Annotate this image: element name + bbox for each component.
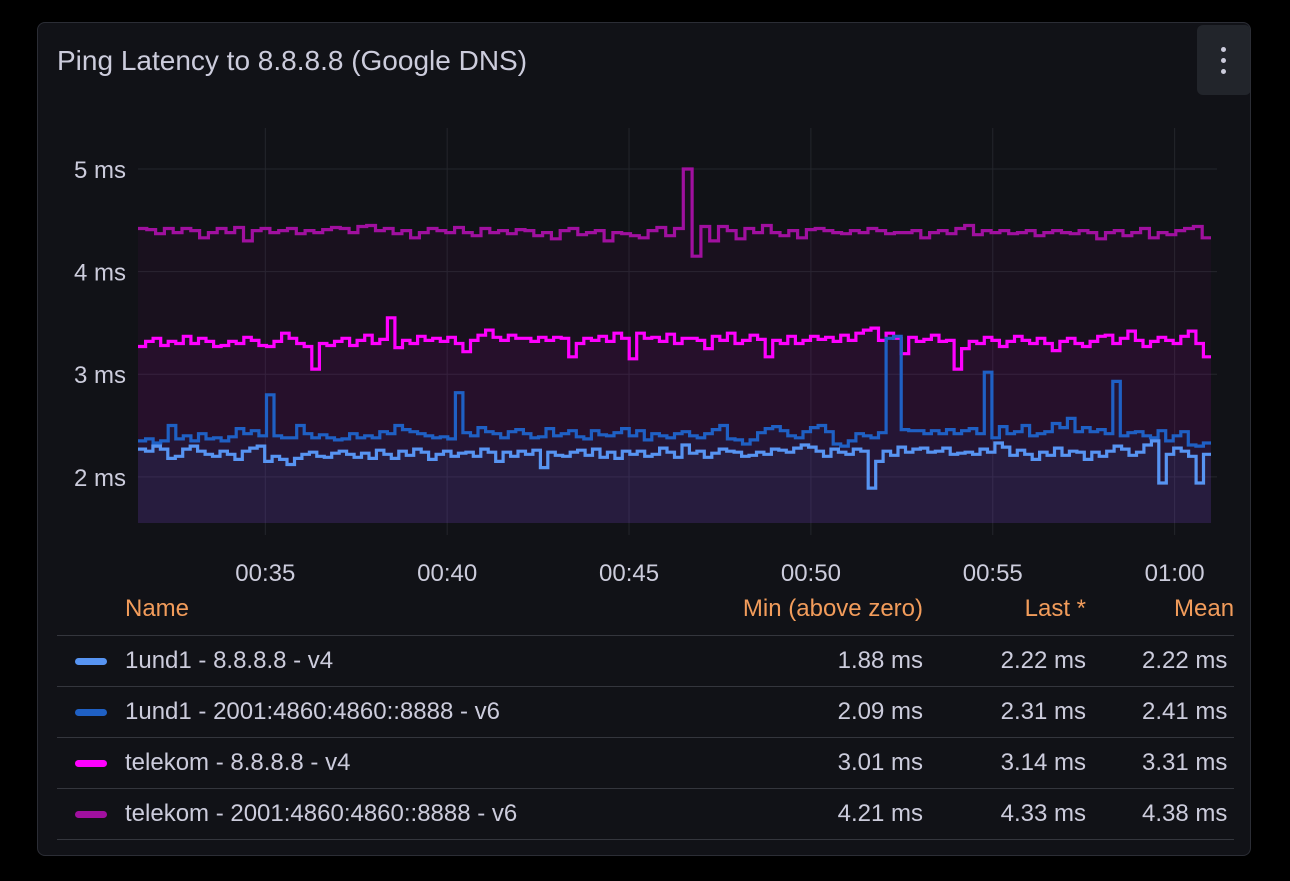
x-tick-label: 00:50 <box>781 560 841 583</box>
series-last: 2.22 ms <box>1000 647 1086 674</box>
series-last: 4.33 ms <box>1000 800 1086 827</box>
legend-table: Name Min (above zero) Last * Mean 1und1 … <box>57 585 1234 855</box>
x-tick-label: 00:35 <box>235 560 295 583</box>
y-tick-label: 3 ms <box>74 362 126 389</box>
series-min: 3.01 ms <box>837 749 923 776</box>
series-mean: 2.22 ms <box>1142 647 1228 674</box>
series-mean: 2.41 ms <box>1142 698 1228 725</box>
series-min: 1.88 ms <box>837 647 923 674</box>
legend-header-last[interactable]: Last * <box>957 595 1086 623</box>
legend-row[interactable]: telekom - 8.8.8.8 - v4 3.01 ms 3.14 ms 3… <box>57 737 1234 788</box>
series-mean: 4.38 ms <box>1142 800 1228 827</box>
x-tick-label: 00:45 <box>599 560 659 583</box>
series-last: 2.31 ms <box>1000 698 1086 725</box>
legend-header-name[interactable]: Name <box>125 595 189 623</box>
legend-header-mean[interactable]: Mean <box>1174 595 1234 623</box>
latency-time-series-chart: 2 ms 3 ms 4 ms 5 ms 00:35 00:40 00:45 00:50 00:5… <box>74 128 1217 583</box>
series-color-swatch <box>75 760 107 767</box>
legend-header-min[interactable]: Min (above zero) <box>657 595 923 623</box>
y-tick-label: 4 ms <box>74 260 126 287</box>
series-min: 4.21 ms <box>837 800 923 827</box>
legend-header-row: Name Min (above zero) Last * Mean <box>57 585 1234 635</box>
series-min: 2.09 ms <box>837 698 923 725</box>
series-color-swatch <box>75 658 107 665</box>
series-mean: 3.31 ms <box>1142 749 1228 776</box>
x-tick-label: 00:55 <box>963 560 1023 583</box>
series-name[interactable]: 1und1 - 8.8.8.8 - v4 <box>125 647 333 675</box>
series-name[interactable]: telekom - 2001:4860:4860::8888 - v6 <box>125 800 517 828</box>
series-name[interactable]: telekom - 8.8.8.8 - v4 <box>125 749 350 777</box>
legend-row[interactable]: 1und1 - 2001:4860:4860::8888 - v6 2.09 m… <box>57 686 1234 737</box>
series-last: 3.14 ms <box>1000 749 1086 776</box>
series-color-swatch <box>75 709 107 716</box>
x-tick-label: 01:00 <box>1145 560 1205 583</box>
legend-row[interactable]: telekom - 2001:4860:4860::8888 - v6 4.21… <box>57 788 1234 840</box>
y-tick-label: 5 ms <box>74 157 126 184</box>
legend-row[interactable]: 1und1 - 8.8.8.8 - v4 1.88 ms 2.22 ms 2.2… <box>57 635 1234 686</box>
series-name[interactable]: 1und1 - 2001:4860:4860::8888 - v6 <box>125 698 500 726</box>
x-tick-label: 00:40 <box>417 560 477 583</box>
series-color-swatch <box>75 811 107 818</box>
y-tick-label: 2 ms <box>74 465 126 492</box>
chart-panel: Ping Latency to 8.8.8.8 (Google DNS) 2 m… <box>37 22 1251 856</box>
